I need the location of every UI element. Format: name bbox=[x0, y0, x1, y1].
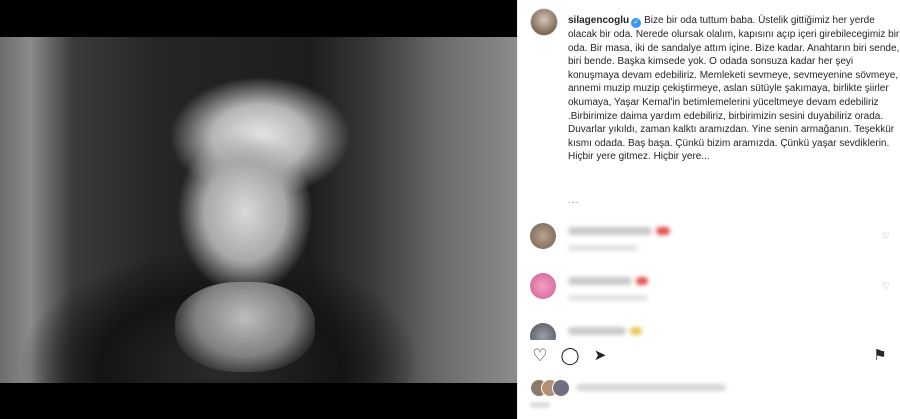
author-username[interactable]: silagencoglu bbox=[568, 15, 629, 26]
blurred-comment-text bbox=[568, 327, 626, 335]
list-item: ♡ bbox=[530, 223, 890, 263]
post-photo[interactable] bbox=[0, 37, 517, 383]
caption-text-block: silagencoglu ✓ Bize bir oda tuttum baba. Ü… bbox=[568, 14, 900, 164]
bookmark-icon[interactable]: ⚑ bbox=[870, 346, 890, 366]
comments-list: ♡ ♡ bbox=[518, 220, 900, 340]
avatar[interactable] bbox=[530, 273, 556, 299]
blurred-emoji bbox=[630, 327, 642, 335]
verified-badge-icon: ✓ bbox=[631, 18, 642, 28]
blurred-comment-meta bbox=[568, 245, 638, 251]
list-item bbox=[530, 323, 890, 340]
send-icon[interactable]: ➤ bbox=[590, 346, 610, 366]
blurred-emoji bbox=[636, 277, 648, 285]
blurred-post-date bbox=[530, 402, 550, 408]
avatar[interactable] bbox=[530, 223, 556, 249]
post-photo-pane bbox=[0, 0, 517, 419]
blurred-comment-meta bbox=[568, 295, 648, 301]
blurred-comment-text bbox=[568, 277, 632, 285]
avatar bbox=[552, 379, 570, 397]
list-item: ♡ bbox=[530, 273, 890, 313]
author-avatar[interactable] bbox=[530, 8, 558, 36]
blurred-comment-text bbox=[568, 227, 652, 235]
blurred-likes-text bbox=[576, 384, 726, 391]
post-sidebar: silagencoglu ✓ Bize bir oda tuttum baba. Ü… bbox=[517, 0, 900, 419]
comment-icon[interactable]: ◯ bbox=[560, 346, 580, 366]
more-comments-indicator[interactable]: ... bbox=[568, 195, 579, 206]
likes-summary[interactable] bbox=[530, 378, 890, 397]
caption-text: Bize bir oda tuttum baba. Üstelik gittiğ… bbox=[568, 15, 900, 163]
avatar[interactable] bbox=[530, 323, 556, 340]
blurred-emoji bbox=[656, 227, 670, 235]
post-actions-bar: ♡ ◯ ➤ ⚑ bbox=[530, 346, 890, 372]
heart-icon[interactable]: ♡ bbox=[530, 346, 550, 366]
comment-like-icon[interactable]: ♡ bbox=[882, 231, 890, 242]
comment-like-icon[interactable]: ♡ bbox=[882, 281, 890, 292]
